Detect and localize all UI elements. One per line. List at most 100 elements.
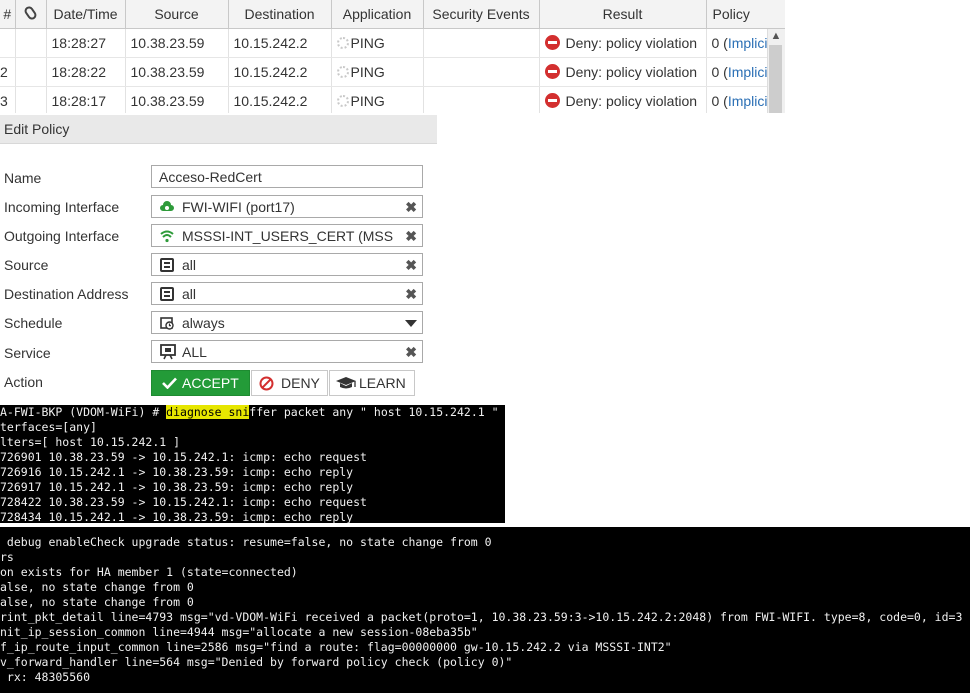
row-application: PING [331, 86, 424, 113]
service-monitor-icon [160, 344, 176, 360]
terminal-line: on exists for HA member 1 (state=connect… [0, 565, 298, 579]
terminal-line: debug enableCheck upgrade status: resume… [0, 535, 492, 549]
service-field[interactable]: ALL ✖ [151, 340, 423, 363]
checkmark-icon [162, 377, 177, 389]
table-row[interactable]: 18:28:27 10.38.23.59 10.15.242.2 PING De… [0, 28, 785, 58]
remove-source-icon[interactable]: ✖ [405, 257, 417, 274]
terminal-command-rest: ffer packet any " host 10.15.242.1 " [249, 405, 499, 419]
learn-button[interactable]: LEARN [329, 370, 415, 396]
terminal-line: 726917 10.15.242.1 -> 10.38.23.59: icmp:… [0, 480, 354, 494]
terminal-line: alse, no state change from 0 [0, 580, 194, 594]
policy-link[interactable]: Implicit [728, 64, 772, 80]
col-header-application[interactable]: Application [331, 0, 424, 29]
scrollbar-thumb[interactable] [769, 45, 782, 113]
learn-label: LEARN [359, 375, 406, 391]
remove-destination-icon[interactable]: ✖ [405, 286, 417, 303]
application-label: PING [350, 64, 385, 80]
terminal-line: lters=[ host 10.15.242.1 ] [0, 435, 181, 449]
graduation-cap-icon [336, 377, 356, 389]
service-label: Service [4, 345, 51, 361]
col-header-policy[interactable]: Policy [706, 0, 785, 29]
terminal-command-highlight: diagnose sni [166, 405, 250, 419]
incoming-interface-value: FWI-WIFI (port17) [182, 199, 295, 215]
row-num: 3 [0, 86, 16, 113]
source-field[interactable]: all ✖ [151, 253, 423, 276]
deny-button[interactable]: DENY [251, 370, 328, 396]
col-header-security-events[interactable]: Security Events [423, 0, 540, 29]
policy-link[interactable]: Implicit [728, 93, 772, 109]
table-row[interactable]: 3 18:28:17 10.38.23.59 10.15.242.2 PING … [0, 86, 785, 113]
deny-label: DENY [281, 375, 320, 391]
incoming-interface-field[interactable]: FWI-WIFI (port17) ✖ [151, 195, 423, 218]
row-result: Deny: policy violation [539, 28, 707, 58]
name-label: Name [4, 170, 42, 186]
application-label: PING [350, 93, 385, 109]
schedule-label: Schedule [4, 315, 63, 331]
terminal-line: 726901 10.38.23.59 -> 10.15.242.1: icmp:… [0, 450, 367, 464]
terminal-line: rs [0, 550, 14, 564]
chevron-down-icon[interactable] [405, 320, 417, 327]
col-header-attachment[interactable] [15, 0, 47, 29]
address-list-icon [160, 258, 174, 272]
destination-address-value: all [182, 286, 197, 302]
row-num [0, 28, 16, 58]
calendar-clock-icon [160, 317, 174, 330]
sniffer-terminal[interactable]: A-FWI-BKP (VDOM-WiFi) # diagnose sniffer… [0, 405, 505, 523]
terminal-line: f_ip_route_input_common line=2586 msg="f… [0, 640, 672, 654]
col-header-datetime[interactable]: Date/Time [46, 0, 126, 29]
outgoing-interface-value: MSSSI-INT_USERS_CERT (MSS [182, 228, 394, 244]
row-source: 10.38.23.59 [125, 57, 229, 87]
accept-button[interactable]: ACCEPT [151, 370, 250, 396]
table-header-row: # Date/Time Source Destination Applicati… [0, 0, 785, 29]
remove-incoming-icon[interactable]: ✖ [405, 199, 417, 216]
row-attachment [15, 86, 47, 113]
policy-num: 0 ( [711, 93, 728, 109]
row-destination: 10.15.242.2 [228, 57, 332, 87]
policy-link[interactable]: Implicit [728, 35, 772, 51]
wifi-icon [160, 230, 174, 243]
row-security-events [423, 86, 540, 113]
terminal-line: 728434 10.15.242.1 -> 10.38.23.59: icmp:… [0, 510, 354, 523]
terminal-line: rint_pkt_detail line=4793 msg="vd-VDOM-W… [0, 610, 963, 624]
row-application: PING [331, 28, 424, 58]
row-time: 18:28:22 [46, 57, 126, 87]
paperclip-icon [22, 4, 39, 21]
deny-circle-icon [259, 376, 274, 391]
schedule-value: always [182, 315, 225, 331]
terminal-line: terfaces=[any] [0, 420, 97, 434]
row-destination: 10.15.242.2 [228, 86, 332, 113]
row-time: 18:28:17 [46, 86, 126, 113]
terminal-prompt: A-FWI-BKP (VDOM-WiFi) # [0, 405, 167, 419]
row-result: Deny: policy violation [539, 86, 707, 113]
terminal-line: rx: 48305560 [0, 670, 91, 684]
outgoing-interface-field[interactable]: MSSSI-INT_USERS_CERT (MSS ✖ [151, 224, 423, 247]
remove-outgoing-icon[interactable]: ✖ [405, 228, 417, 245]
destination-address-field[interactable]: all ✖ [151, 282, 423, 305]
policy-num: 0 ( [711, 35, 728, 51]
row-result: Deny: policy violation [539, 57, 707, 87]
policy-num: 0 ( [711, 64, 728, 80]
remove-service-icon[interactable]: ✖ [405, 344, 417, 361]
row-attachment [15, 28, 47, 58]
col-header-num[interactable]: # [0, 0, 16, 29]
schedule-select[interactable]: always [151, 311, 423, 334]
debug-terminal[interactable]: debug enableCheck upgrade status: resume… [0, 527, 970, 693]
result-label: Deny: policy violation [565, 35, 698, 51]
name-input[interactable]: Acceso-RedCert [151, 165, 423, 188]
cloud-interface-icon [160, 201, 174, 211]
source-value: all [182, 257, 197, 273]
application-gear-icon [336, 66, 349, 78]
terminal-prompt-line: A-FWI-BKP (VDOM-WiFi) # diagnose sniffer… [0, 405, 499, 420]
scroll-up-arrow-icon[interactable]: ▲ [770, 30, 782, 42]
row-application: PING [331, 57, 424, 87]
application-gear-icon [336, 95, 349, 107]
col-header-result[interactable]: Result [539, 0, 707, 29]
row-time: 18:28:27 [46, 28, 126, 58]
destination-address-label: Destination Address [4, 286, 129, 302]
accept-label: ACCEPT [182, 375, 239, 391]
col-header-source[interactable]: Source [125, 0, 229, 29]
row-source: 10.38.23.59 [125, 28, 229, 58]
col-header-destination[interactable]: Destination [228, 0, 332, 29]
source-label: Source [4, 257, 49, 273]
table-row[interactable]: 2 18:28:22 10.38.23.59 10.15.242.2 PING … [0, 57, 785, 87]
